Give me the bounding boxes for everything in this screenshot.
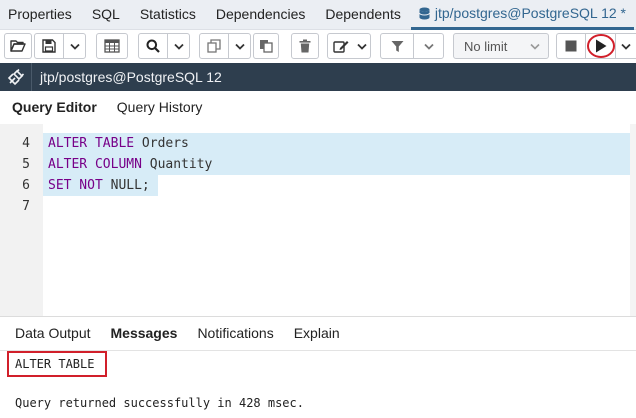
row-limit-value: No limit <box>464 38 508 54</box>
chevron-down-icon <box>234 43 245 50</box>
filter-icon <box>391 40 403 52</box>
copy-button-group <box>199 33 251 59</box>
editor-tab-bar: Query Editor Query History <box>0 92 636 124</box>
chevron-down-icon <box>357 43 367 50</box>
open-folder-icon <box>10 40 26 52</box>
chevron-down-icon <box>173 43 184 50</box>
highlight-box <box>7 351 107 377</box>
row-limit-select[interactable]: No limit <box>453 33 549 59</box>
filter-button-group <box>380 33 444 59</box>
chevron-down-icon <box>69 43 80 50</box>
copy-icon <box>207 39 221 53</box>
results-tab-bar: Data Output Messages Notifications Expla… <box>0 317 636 349</box>
sql-text: NULL; <box>102 178 150 193</box>
editor-scrollbar[interactable] <box>630 124 636 316</box>
tab-query-editor[interactable]: Query Editor <box>0 92 107 124</box>
line-number: 6 <box>22 178 30 193</box>
delete-button[interactable] <box>291 33 319 59</box>
tab-messages[interactable]: Messages <box>101 317 188 349</box>
tab-query-tool[interactable]: jtp/postgres@PostgreSQL 12 * <box>410 0 635 30</box>
open-file-button[interactable] <box>4 33 32 59</box>
connection-label[interactable]: jtp/postgres@PostgreSQL 12 <box>32 69 222 85</box>
find-dropdown-button[interactable] <box>167 34 189 58</box>
tab-sql[interactable]: SQL <box>82 0 130 30</box>
save-button-group <box>34 33 86 59</box>
code-line: ALTER TABLE Orders <box>48 136 189 151</box>
find-button[interactable] <box>139 34 167 58</box>
edit-icon <box>333 41 349 53</box>
chevron-down-icon <box>530 43 540 50</box>
cancel-query-button[interactable] <box>557 34 585 58</box>
grid-icon <box>104 39 120 53</box>
code-line: ALTER COLUMN Quantity <box>48 157 212 172</box>
chevron-down-icon <box>423 43 434 50</box>
connection-bar: jtp/postgres@PostgreSQL 12 <box>0 63 636 91</box>
tab-dependencies[interactable]: Dependencies <box>206 0 316 30</box>
database-icon <box>418 7 430 19</box>
filter-dropdown-button[interactable] <box>413 34 443 58</box>
sql-keyword: SET NOT <box>48 178 103 193</box>
paste-button[interactable] <box>253 33 279 59</box>
line-number: 5 <box>22 157 30 172</box>
save-dropdown-button[interactable] <box>63 34 85 58</box>
tab-notifications[interactable]: Notifications <box>187 317 283 349</box>
plug-icon <box>7 68 24 86</box>
code-line: SET NOT NULL; <box>48 178 150 193</box>
highlight-circle <box>587 34 615 58</box>
stop-icon <box>565 40 577 52</box>
execute-button[interactable] <box>585 34 615 58</box>
paste-icon <box>260 40 273 53</box>
sql-keyword: ALTER COLUMN <box>48 157 142 172</box>
tab-data-output[interactable]: Data Output <box>0 317 101 349</box>
tab-query-history[interactable]: Query History <box>107 92 213 124</box>
results-panel: Data Output Messages Notifications Expla… <box>0 316 636 418</box>
sql-text: Orders <box>134 136 189 151</box>
edit-button-group <box>327 33 371 59</box>
sql-editor[interactable]: 4 5 6 7 ALTER TABLE Orders ALTER COLUMN … <box>0 124 636 316</box>
sql-keyword: ALTER TABLE <box>48 136 135 151</box>
line-number: 4 <box>22 136 30 151</box>
find-button-group <box>138 33 190 59</box>
copy-button[interactable] <box>200 34 228 58</box>
line-number: 7 <box>22 199 30 214</box>
tab-statistics[interactable]: Statistics <box>130 0 206 30</box>
filter-button[interactable] <box>381 34 413 58</box>
search-icon <box>146 39 160 53</box>
copy-dropdown-button[interactable] <box>228 34 250 58</box>
chevron-down-icon <box>620 43 631 50</box>
edit-grid-button[interactable] <box>96 33 128 59</box>
edit-button[interactable] <box>328 34 354 58</box>
tab-dependents[interactable]: Dependents <box>315 0 411 30</box>
connection-status-button[interactable] <box>0 63 32 91</box>
execute-button-group <box>556 33 636 59</box>
line-number-gutter <box>0 124 43 316</box>
status-message: Query returned successfully in 428 msec. <box>15 396 304 410</box>
query-tool-tab-label: jtp/postgres@PostgreSQL 12 * <box>434 5 627 21</box>
save-icon <box>42 39 56 53</box>
tab-properties[interactable]: Properties <box>0 0 82 30</box>
object-tab-bar: Properties SQL Statistics Dependencies D… <box>0 0 636 30</box>
query-toolbar: No limit <box>0 31 636 63</box>
execute-dropdown-button[interactable] <box>615 34 635 58</box>
sql-text: Quantity <box>141 157 213 172</box>
edit-dropdown-button[interactable] <box>354 34 370 58</box>
save-button[interactable] <box>35 34 63 58</box>
tab-explain[interactable]: Explain <box>284 317 350 349</box>
delete-icon <box>299 39 311 53</box>
